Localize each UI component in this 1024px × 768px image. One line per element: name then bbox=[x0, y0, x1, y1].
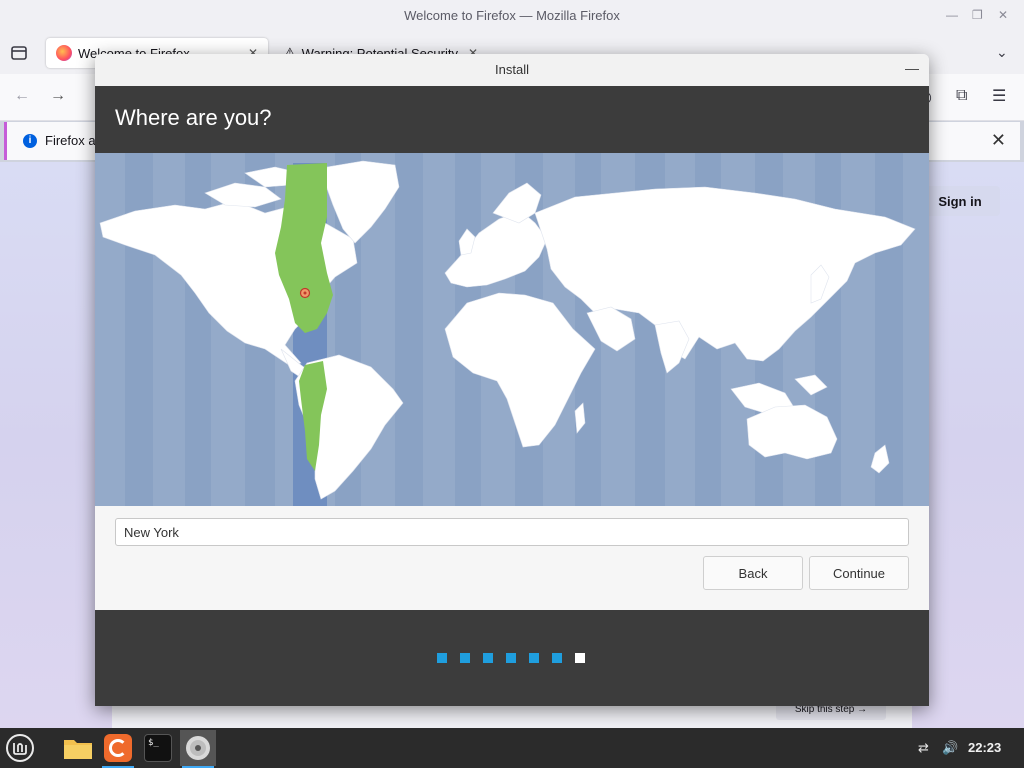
close-icon[interactable]: ✕ bbox=[998, 8, 1008, 22]
dialog-titlebar: Install — bbox=[95, 54, 929, 87]
progress-step bbox=[437, 653, 447, 663]
maximize-icon[interactable]: ❐ bbox=[972, 8, 983, 22]
progress-step-current bbox=[575, 653, 585, 663]
mint-menu-icon[interactable] bbox=[2, 730, 38, 766]
dialog-title: Install bbox=[495, 62, 529, 77]
dialog-footer bbox=[95, 610, 929, 706]
dialog-header: Where are you? bbox=[95, 86, 929, 153]
list-all-tabs-icon[interactable]: ⌄ bbox=[996, 44, 1008, 61]
minimize-icon[interactable]: — bbox=[905, 60, 919, 76]
installer-disc-icon[interactable] bbox=[180, 730, 216, 768]
notification-close-icon[interactable]: ✕ bbox=[991, 130, 1006, 151]
network-icon[interactable]: ⇄ bbox=[918, 740, 929, 756]
progress-step bbox=[552, 653, 562, 663]
firefox-logo-icon bbox=[56, 45, 72, 61]
timezone-map[interactable] bbox=[95, 153, 929, 506]
sign-in-button[interactable]: Sign in bbox=[920, 186, 1000, 216]
firefox-taskbar-icon[interactable] bbox=[100, 730, 136, 768]
volume-icon[interactable]: 🔊 bbox=[942, 740, 958, 756]
progress-step bbox=[529, 653, 539, 663]
taskbar: $_ ⇄ 🔊 22:23 bbox=[0, 728, 1024, 768]
menu-icon[interactable]: ☰ bbox=[992, 86, 1006, 106]
terminal-icon[interactable]: $_ bbox=[140, 730, 176, 766]
progress-step bbox=[483, 653, 493, 663]
page-title: Where are you? bbox=[115, 105, 272, 130]
firefox-titlebar: Welcome to Firefox — Mozilla Firefox — ❐… bbox=[0, 0, 1024, 35]
world-map-graphic[interactable] bbox=[95, 153, 929, 506]
file-manager-icon[interactable] bbox=[60, 730, 96, 766]
location-input[interactable] bbox=[115, 518, 909, 546]
location-marker-icon bbox=[299, 287, 311, 299]
progress-indicator bbox=[437, 653, 585, 663]
firefox-view-icon[interactable] bbox=[10, 44, 28, 67]
notification-text: Firefox a bbox=[45, 133, 96, 148]
progress-step bbox=[460, 653, 470, 663]
firefox-window-title: Welcome to Firefox — Mozilla Firefox bbox=[404, 8, 620, 23]
info-icon: i bbox=[23, 134, 37, 148]
continue-button[interactable]: Continue bbox=[809, 556, 909, 590]
progress-step bbox=[506, 653, 516, 663]
clock[interactable]: 22:23 bbox=[968, 740, 1001, 755]
back-button[interactable]: Back bbox=[703, 556, 803, 590]
install-dialog: Install — Where are you? New York Back C… bbox=[95, 54, 929, 706]
minimize-icon[interactable]: — bbox=[946, 8, 958, 22]
back-arrow-icon[interactable]: ← bbox=[14, 87, 30, 105]
extensions-icon[interactable]: ⧉ bbox=[956, 87, 967, 105]
forward-arrow-icon[interactable]: → bbox=[50, 87, 66, 105]
